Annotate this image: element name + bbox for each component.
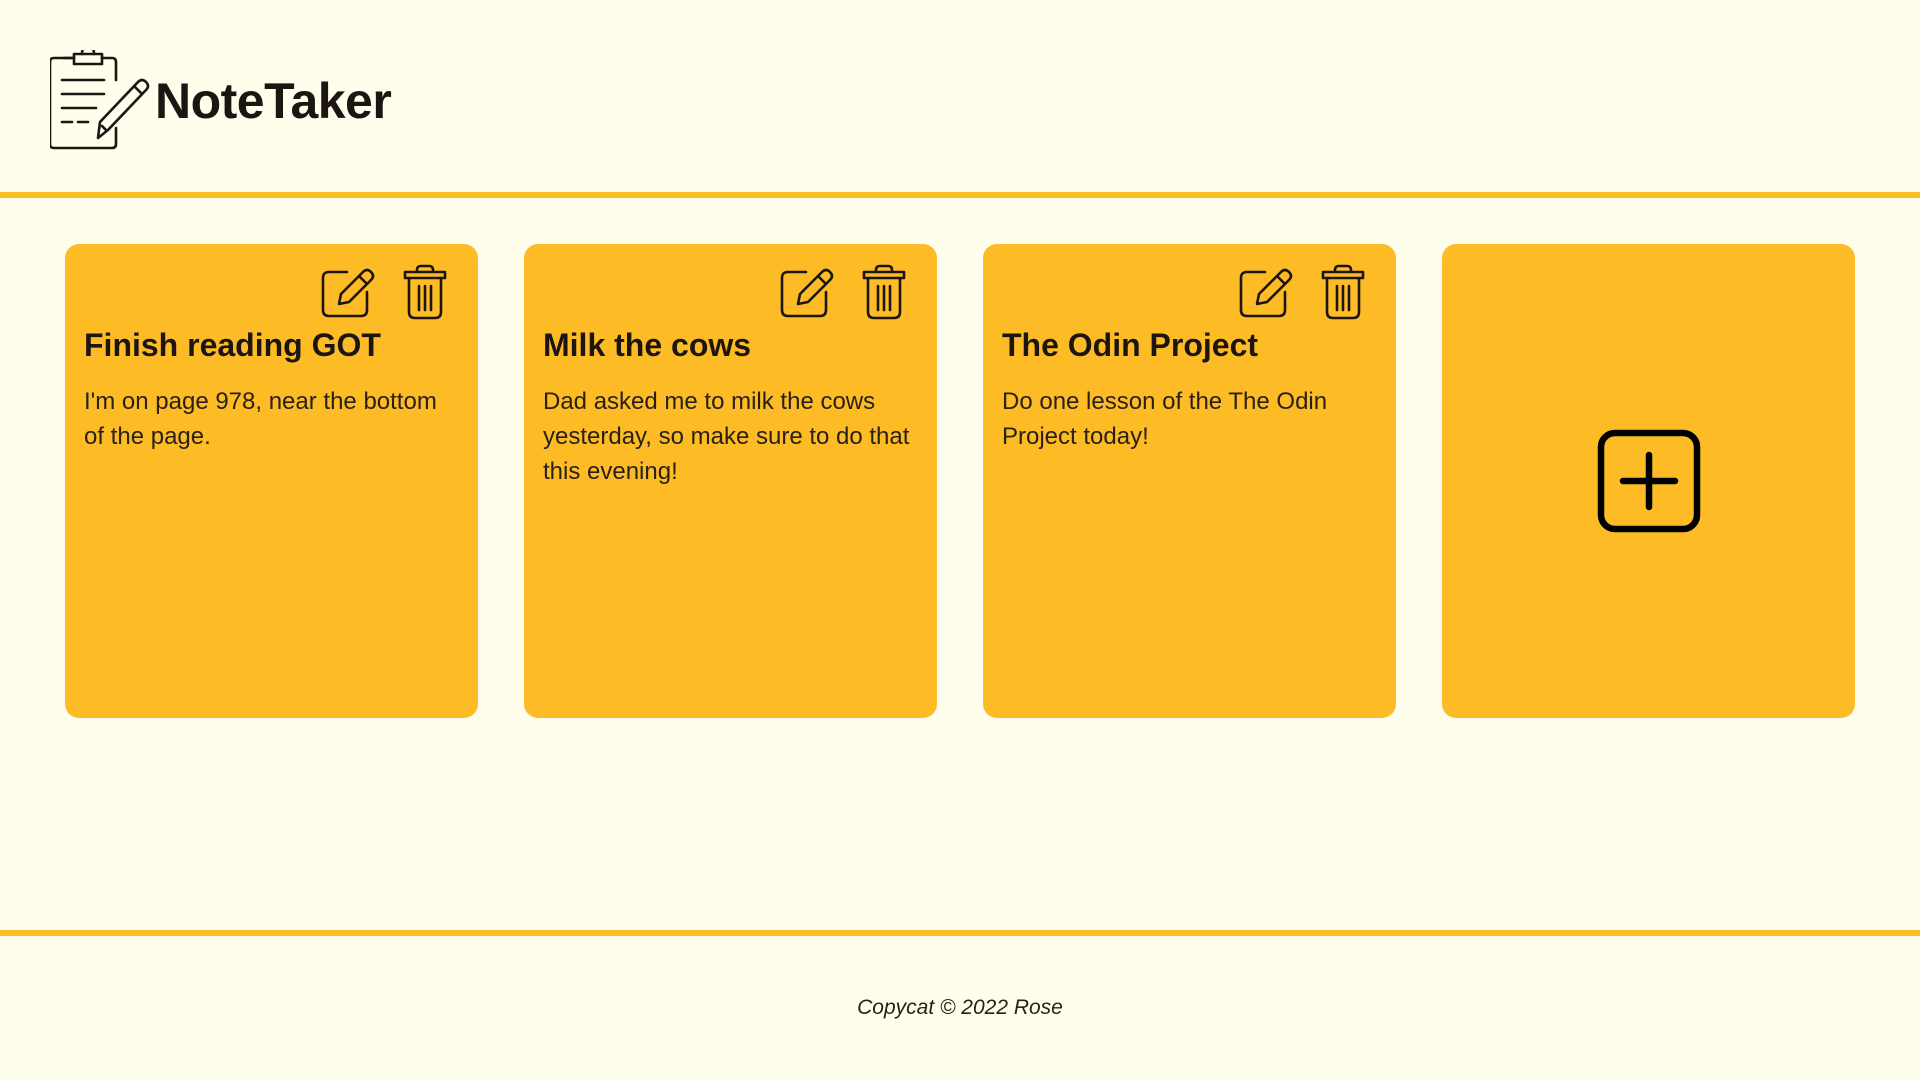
note-title: Finish reading GOT [84,327,381,363]
edit-note-button[interactable] [778,264,834,320]
note-body: I'm on page 978, near the bottom of the … [84,388,437,450]
delete-note-button[interactable] [397,264,453,320]
edit-icon [1239,268,1293,318]
plus-square-icon [1597,429,1700,533]
note-title: Milk the cows [543,327,752,363]
note-title: The Odin Project [1002,327,1259,363]
note-body: Dad asked me to milk the cows yesterday,… [543,388,910,485]
site-header: NoteTaker [0,0,1920,198]
note-actions [319,264,453,320]
trash-icon [1321,264,1365,320]
trash-icon [403,264,447,320]
note-actions [1237,264,1371,320]
brand-name: NoteTaker [155,73,392,129]
delete-note-button[interactable] [856,264,912,320]
copyright-text: Copycat © 2022 Rose [857,996,1063,1019]
home-logo-link[interactable]: NoteTaker [50,50,392,152]
clipboard-pencil-icon [50,50,152,152]
note-card: Milk the cows Dad asked me to milk the c… [524,244,937,718]
note-actions [778,264,912,320]
edit-note-button[interactable] [319,264,375,320]
edit-note-button[interactable] [1237,264,1293,320]
site-footer: Copycat © 2022 Rose [0,930,1920,1080]
trash-icon [862,264,906,320]
note-card: Finish reading GOT I'm on page 978, near… [65,244,478,718]
note-body: Do one lesson of the The Odin Project to… [1002,388,1328,450]
add-note-button[interactable] [1442,244,1855,718]
edit-icon [780,268,834,318]
delete-note-button[interactable] [1315,264,1371,320]
edit-icon [321,268,375,318]
notes-grid: Finish reading GOT I'm on page 978, near… [65,244,1855,718]
note-card: The Odin Project Do one lesson of the Th… [983,244,1396,718]
